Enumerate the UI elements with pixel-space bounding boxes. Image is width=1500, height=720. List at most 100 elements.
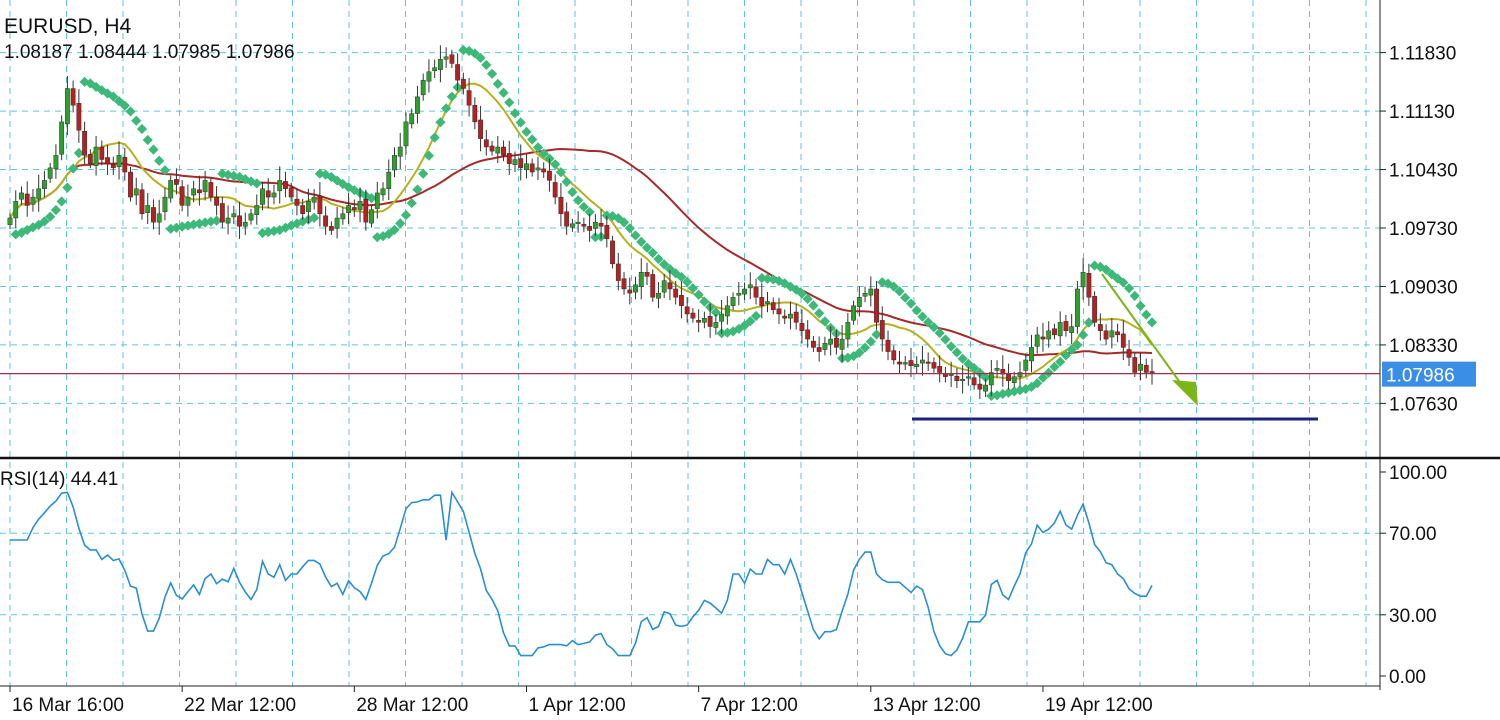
- candle-body: [811, 340, 816, 348]
- candle-body: [908, 360, 914, 366]
- sar-dot: [486, 68, 498, 79]
- sar-dot: [423, 150, 435, 161]
- candle-body: [828, 338, 834, 345]
- candle-body: [432, 67, 438, 72]
- trend-arrow-line[interactable]: [1101, 273, 1185, 389]
- candle-body: [719, 313, 724, 322]
- candle-body: [673, 288, 679, 298]
- candle-body: [512, 159, 518, 165]
- sar-dot: [515, 117, 526, 128]
- price-tick-label: 1.09730: [1389, 219, 1458, 240]
- candle-body: [845, 322, 851, 340]
- last-price-label: 1.07986: [1386, 366, 1455, 387]
- candle-body: [277, 180, 283, 192]
- candle-body: [420, 79, 426, 96]
- candle-body: [730, 297, 736, 306]
- drawn-objects: [0, 273, 1380, 421]
- candle-body: [701, 317, 707, 323]
- sar-dot: [148, 144, 159, 155]
- time-tick-label: 16 Mar 16:00: [12, 695, 124, 716]
- ohlc-readout: 1.08187 1.08444 1.07985 1.07986: [4, 42, 295, 63]
- price-tick-label: 1.11830: [1389, 44, 1456, 65]
- candle-body: [374, 192, 380, 209]
- candle-body: [707, 315, 713, 327]
- candle-body: [1052, 328, 1057, 336]
- candle-body: [856, 297, 862, 307]
- candle-body: [248, 213, 254, 221]
- candle-body: [306, 201, 311, 212]
- candle-body: [1023, 359, 1029, 371]
- candle-body: [587, 226, 593, 231]
- candle-body: [604, 225, 610, 240]
- candle-body: [1029, 347, 1034, 362]
- candle-body: [1132, 357, 1138, 373]
- candle-body: [214, 196, 219, 206]
- candle-body: [696, 319, 702, 323]
- rsi-indicator: [10, 489, 1153, 657]
- candle-body: [489, 145, 495, 152]
- sar-dot: [1078, 329, 1089, 341]
- candle-body: [759, 297, 765, 306]
- candle-body: [82, 131, 88, 156]
- sar-dot: [1146, 317, 1158, 328]
- candle-body: [524, 163, 529, 171]
- candle-body: [1011, 376, 1017, 384]
- candle-body: [753, 286, 759, 298]
- time-tick-label: 13 Apr 12:00: [873, 695, 981, 716]
- candle-body: [1006, 372, 1011, 382]
- price-tick-label: 1.08330: [1389, 336, 1458, 357]
- ma-fast-line: [9, 82, 1153, 380]
- candle-body: [196, 189, 202, 194]
- candle-body: [581, 223, 587, 227]
- candle-body: [971, 377, 977, 386]
- candle-body: [948, 373, 954, 376]
- symbol-title: EURUSD, H4: [4, 15, 132, 38]
- candle-body: [105, 157, 110, 164]
- sar-dot: [509, 108, 521, 119]
- candle-body: [174, 179, 179, 185]
- candle-body: [380, 188, 386, 196]
- candle-body: [965, 376, 971, 379]
- candle-body: [265, 190, 271, 198]
- candle-body: [7, 217, 13, 225]
- sar-dot: [498, 87, 509, 98]
- trend-arrow-head[interactable]: [1172, 380, 1198, 406]
- candle-body: [547, 170, 552, 181]
- candle-body: [661, 280, 667, 293]
- candle-body: [495, 146, 501, 154]
- candle-body: [483, 139, 489, 148]
- candle-body: [283, 181, 288, 189]
- sar-dot: [418, 168, 429, 179]
- candle-body: [1143, 364, 1149, 373]
- sar-dot: [819, 316, 830, 327]
- candle-body: [954, 375, 960, 382]
- candle-body: [782, 315, 788, 319]
- candle-body: [988, 372, 994, 386]
- price-tick-label: 1.11130: [1389, 102, 1455, 123]
- candle-body: [151, 207, 156, 223]
- ma-slow-line: [9, 147, 1153, 357]
- candle-body: [1097, 324, 1103, 331]
- sar-dot: [395, 218, 406, 229]
- candle-body: [202, 180, 208, 193]
- candle-body: [1120, 333, 1126, 348]
- sar-dot: [154, 155, 165, 166]
- candle-body: [621, 278, 627, 290]
- candle-body: [960, 378, 966, 382]
- candle-body: [937, 366, 943, 373]
- candle-body: [466, 90, 472, 106]
- candle-body: [219, 203, 225, 223]
- sar-dot: [446, 91, 457, 102]
- rsi-line: [10, 489, 1153, 657]
- candle-body: [575, 221, 581, 224]
- candle-body: [36, 188, 42, 200]
- candle-body: [397, 146, 403, 157]
- candle-body: [386, 171, 392, 189]
- candle-body: [294, 198, 300, 206]
- candle-body: [225, 217, 231, 224]
- candle-body: [99, 146, 105, 160]
- candle-body: [392, 155, 397, 171]
- candle-body: [478, 119, 483, 139]
- price-tick-label: 1.09030: [1389, 277, 1458, 298]
- candle-body: [1063, 321, 1069, 331]
